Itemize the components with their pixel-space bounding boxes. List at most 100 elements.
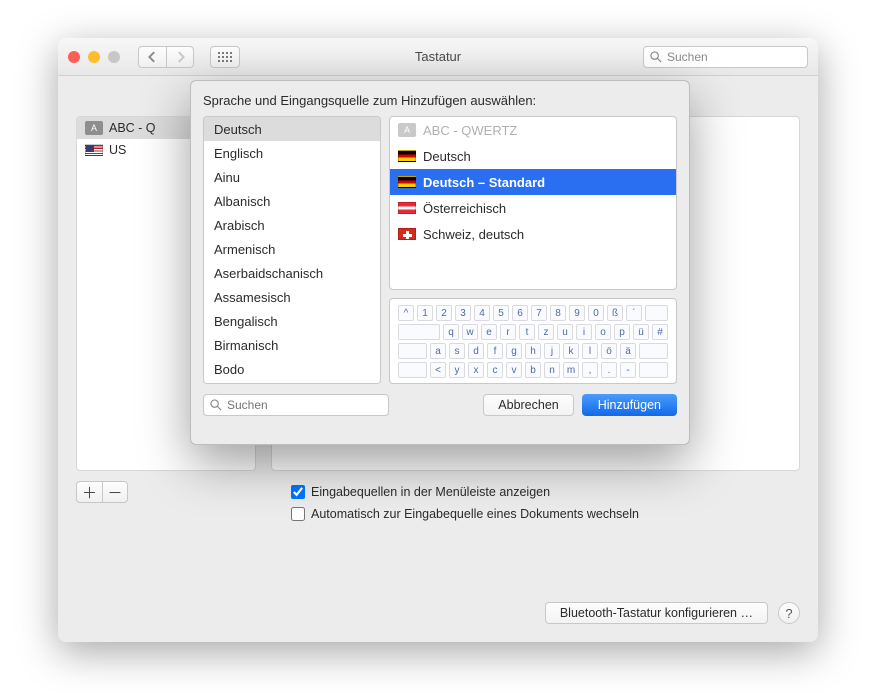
bottom-row: Bluetooth-Tastatur konfigurieren … ? [545, 602, 800, 624]
key [398, 362, 427, 378]
language-row[interactable]: Englisch [204, 141, 380, 165]
key: u [557, 324, 573, 340]
add-input-source-sheet: Sprache und Eingangsquelle zum Hinzufüge… [190, 80, 690, 445]
titlebar: Tastatur Suchen [58, 38, 818, 76]
key: 7 [531, 305, 547, 321]
key: b [525, 362, 541, 378]
language-row[interactable]: Arabisch [204, 213, 380, 237]
add-button[interactable]: Hinzufügen [582, 394, 677, 416]
key: p [614, 324, 630, 340]
key [639, 362, 668, 378]
input-source-label: US [109, 143, 126, 157]
key: ö [601, 343, 617, 359]
checkbox-label: Automatisch zur Eingabequelle eines Doku… [311, 507, 639, 521]
key: 3 [455, 305, 471, 321]
key [398, 343, 427, 359]
remove-source-button[interactable]: － [102, 481, 128, 503]
bluetooth-keyboard-button[interactable]: Bluetooth-Tastatur konfigurieren … [545, 602, 768, 624]
sheet-bottom-bar: Abbrechen Hinzufügen [203, 394, 677, 416]
key [398, 324, 440, 340]
key: 1 [417, 305, 433, 321]
key: c [487, 362, 503, 378]
sheet-search-input[interactable] [227, 398, 382, 412]
sheet-search-field[interactable] [203, 394, 389, 416]
language-row[interactable]: Ainu [204, 165, 380, 189]
key: - [620, 362, 636, 378]
key: ü [633, 324, 649, 340]
key: v [506, 362, 522, 378]
key: d [468, 343, 484, 359]
key: , [582, 362, 598, 378]
show-in-menubar-checkbox[interactable]: Eingabequellen in der Menüleiste anzeige… [291, 481, 639, 503]
checkbox[interactable] [291, 485, 305, 499]
key [639, 343, 668, 359]
key: 4 [474, 305, 490, 321]
source-variant-row: A ABC - QWERTZ [390, 117, 676, 143]
language-row[interactable]: Bengalisch [204, 309, 380, 333]
input-source-label: ABC - Q [109, 121, 156, 135]
key: 9 [569, 305, 585, 321]
key: ä [620, 343, 636, 359]
language-row[interactable]: Deutsch [204, 117, 380, 141]
key: 0 [588, 305, 604, 321]
key: 5 [493, 305, 509, 321]
key: . [601, 362, 617, 378]
language-row[interactable]: Assamesisch [204, 285, 380, 309]
key: e [481, 324, 497, 340]
source-variant-label: Deutsch – Standard [423, 175, 545, 190]
key: x [468, 362, 484, 378]
checkbox[interactable] [291, 507, 305, 521]
language-row[interactable]: Aserbaidschanisch [204, 261, 380, 285]
source-variant-row[interactable]: Österreichisch [390, 195, 676, 221]
source-variant-label: ABC - QWERTZ [423, 123, 517, 138]
key: g [506, 343, 522, 359]
language-row[interactable]: Albanisch [204, 189, 380, 213]
key: 8 [550, 305, 566, 321]
flag-ch-icon [398, 228, 416, 240]
abc-icon: A [398, 123, 416, 137]
key: w [462, 324, 478, 340]
key: l [582, 343, 598, 359]
flag-us-icon [85, 144, 103, 156]
language-list[interactable]: DeutschEnglischAinuAlbanischArabischArme… [203, 116, 381, 384]
key: ^ [398, 305, 414, 321]
add-source-button[interactable]: ＋ [76, 481, 102, 503]
key [645, 305, 668, 321]
flag-de-icon [398, 176, 416, 188]
source-pane: A ABC - QWERTZ Deutsch Deutsch – Standard Ös… [389, 116, 677, 384]
language-row[interactable]: Bulgarisch [204, 381, 380, 384]
key: j [544, 343, 560, 359]
flag-at-icon [398, 202, 416, 214]
input-source-variant-list[interactable]: A ABC - QWERTZ Deutsch Deutsch – Standard Ös… [389, 116, 677, 290]
source-variant-label: Deutsch [423, 149, 471, 164]
key: r [500, 324, 516, 340]
key: ´ [626, 305, 642, 321]
source-variant-row[interactable]: Deutsch [390, 143, 676, 169]
help-button[interactable]: ? [778, 602, 800, 624]
add-remove-controls: ＋ － [76, 481, 128, 503]
key: t [519, 324, 535, 340]
language-row[interactable]: Birmanisch [204, 333, 380, 357]
source-variant-label: Schweiz, deutsch [423, 227, 524, 242]
key: s [449, 343, 465, 359]
sheet-title: Sprache und Eingangsquelle zum Hinzufüge… [203, 93, 677, 108]
language-row[interactable]: Armenisch [204, 237, 380, 261]
key: 2 [436, 305, 452, 321]
key: < [430, 362, 446, 378]
key: y [449, 362, 465, 378]
source-variant-row[interactable]: Deutsch – Standard [390, 169, 676, 195]
key: z [538, 324, 554, 340]
source-variant-row[interactable]: Schweiz, deutsch [390, 221, 676, 247]
key: h [525, 343, 541, 359]
window-title: Tastatur [58, 49, 818, 64]
sheet-panes: DeutschEnglischAinuAlbanischArabischArme… [203, 116, 677, 384]
auto-switch-checkbox[interactable]: Automatisch zur Eingabequelle eines Doku… [291, 503, 639, 525]
language-row[interactable]: Bodo [204, 357, 380, 381]
cancel-button[interactable]: Abbrechen [483, 394, 573, 416]
checkbox-label: Eingabequellen in der Menüleiste anzeige… [311, 485, 550, 499]
key: f [487, 343, 503, 359]
key: # [652, 324, 668, 340]
keyboard-preview: ^1234567890ß´qwertzuiopü#asdfghjklöä<yxc… [389, 298, 677, 384]
key: m [563, 362, 579, 378]
source-variant-label: Österreichisch [423, 201, 506, 216]
